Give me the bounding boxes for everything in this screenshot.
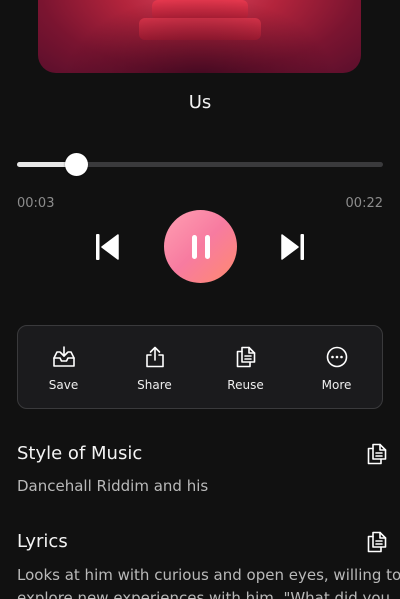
more-button[interactable]: More bbox=[291, 326, 382, 408]
copy-style-button[interactable] bbox=[364, 441, 390, 467]
total-time: 00:22 bbox=[345, 196, 383, 211]
reuse-label: Reuse bbox=[227, 378, 264, 392]
pause-icon bbox=[191, 234, 210, 259]
previous-button[interactable] bbox=[90, 230, 124, 264]
action-panel: Save Share Reuse More bbox=[17, 325, 383, 409]
copy-icon bbox=[367, 531, 387, 553]
reuse-icon bbox=[236, 346, 255, 368]
elapsed-time: 00:03 bbox=[17, 196, 55, 211]
share-label: Share bbox=[137, 378, 172, 392]
save-label: Save bbox=[48, 378, 79, 392]
lyrics-line: explore new experiences with him. "What … bbox=[17, 589, 391, 599]
copy-icon bbox=[367, 443, 387, 465]
style-section-title: Style of Music bbox=[17, 443, 143, 464]
reuse-button[interactable]: Reuse bbox=[200, 326, 291, 408]
lyrics-line: Looks at him with curious and open eyes,… bbox=[17, 566, 400, 584]
save-button[interactable]: Save bbox=[18, 326, 109, 408]
save-icon bbox=[52, 346, 75, 367]
progress-thumb[interactable] bbox=[64, 153, 88, 176]
next-button[interactable] bbox=[276, 230, 310, 264]
style-section-body: Dancehall Riddim and his bbox=[17, 477, 209, 495]
copy-lyrics-button[interactable] bbox=[364, 529, 390, 555]
song-title: Us bbox=[188, 92, 212, 113]
more-icon bbox=[326, 346, 347, 368]
album-artwork bbox=[38, 0, 361, 73]
player-screen: Us 00:03 00:22 Save Share Reuse More Sty… bbox=[0, 0, 400, 599]
skip-next-icon bbox=[281, 234, 304, 260]
lyrics-section-title: Lyrics bbox=[17, 531, 68, 552]
skip-previous-icon bbox=[96, 234, 119, 260]
share-icon bbox=[145, 346, 164, 368]
more-label: More bbox=[321, 378, 352, 392]
share-button[interactable]: Share bbox=[109, 326, 200, 408]
pause-button[interactable] bbox=[164, 210, 237, 283]
